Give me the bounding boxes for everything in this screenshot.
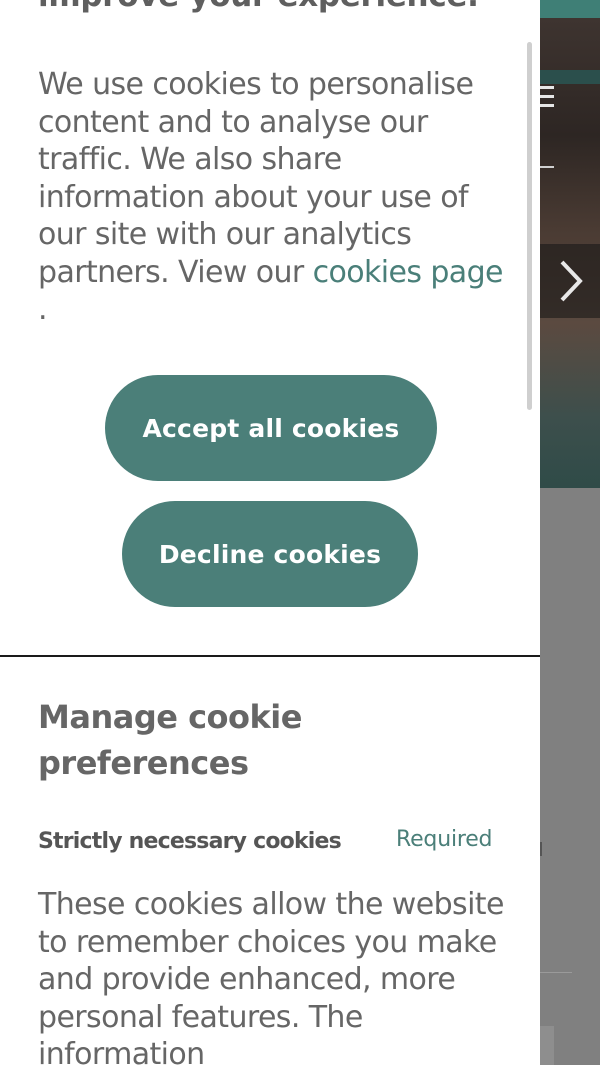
panel-scrollbar[interactable] [527,42,532,410]
cookie-intro-text: We use cookies to personalise content an… [38,66,508,329]
cookie-consent-panel: improve your experience. We use cookies … [0,0,540,1065]
cookie-banner-heading: improve your experience. [38,0,518,18]
strictly-necessary-description: These cookies allow the website to remem… [38,887,504,1065]
manage-preferences-title: Manage cookie preferences [38,698,302,782]
cookies-page-link[interactable]: cookies page [313,255,504,290]
chevron-right-icon [560,260,583,302]
header-strip [540,0,600,18]
accept-all-cookies-button[interactable]: Accept all cookies [105,375,437,481]
section-divider [0,655,540,657]
decline-cookies-button[interactable]: Decline cookies [122,501,418,607]
cookie-intro-end: . [38,292,48,327]
required-status-label: Required [396,827,493,852]
background-divider [540,972,572,973]
background-card [540,1026,554,1065]
strictly-necessary-label[interactable]: Strictly necessary cookies [38,826,378,858]
hamburger-menu-icon[interactable] [540,80,554,114]
hero-divider [540,166,554,168]
